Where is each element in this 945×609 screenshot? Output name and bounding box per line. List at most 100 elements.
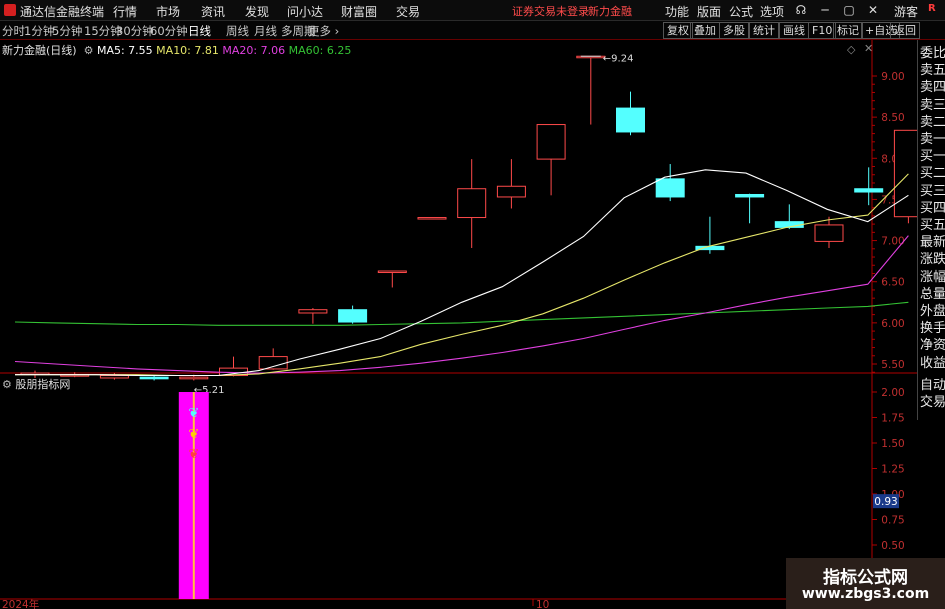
restore-icon[interactable]: ▢ xyxy=(839,2,859,18)
period-2[interactable]: 5分钟 xyxy=(52,23,82,39)
quote-sidebar: 委比 卖五 卖四卖三 卖二 卖一 买一 买二买三 买四 买五 最新 涨跌涨幅 总量 外盘 换手 净资收益自动… xyxy=(917,40,945,420)
tool-button-3[interactable]: 统计 xyxy=(749,22,779,39)
price-tick-label: 7.00 xyxy=(881,236,904,248)
menu-formula[interactable]: 公式 xyxy=(729,3,753,20)
minimize-icon[interactable]: ─ xyxy=(815,2,835,18)
sidebar-item-2[interactable]: 卖四 xyxy=(920,80,945,96)
sidebar-item-19[interactable]: 自动 xyxy=(920,378,945,394)
sidebar-item-18[interactable]: 收益 xyxy=(920,356,945,372)
ma5-value: MA5: 7.55 xyxy=(96,44,153,57)
sidebar-item-20[interactable]: 交易 xyxy=(920,395,945,411)
menu-options[interactable]: 选项 xyxy=(760,3,784,20)
tool-button-8[interactable]: 返回 xyxy=(890,22,920,39)
sidebar-item-3[interactable]: 卖三 xyxy=(920,98,945,114)
period-8[interactable]: 月线 xyxy=(254,23,277,39)
settings-icon[interactable]: ⚙ xyxy=(80,44,94,57)
candle-body xyxy=(179,376,209,380)
candle-body xyxy=(139,376,169,380)
sidebar-item-17[interactable]: 净资 xyxy=(920,338,945,354)
panel-close-icon[interactable]: ✕ xyxy=(864,42,873,55)
sidebar-item-1[interactable]: 卖五 xyxy=(920,63,945,79)
candle-body xyxy=(377,270,407,274)
r-badge: R xyxy=(928,3,936,14)
login-warning[interactable]: 证券交易未登录 xyxy=(512,3,589,19)
butterfly-icon: ❦ xyxy=(188,447,199,462)
ma20-line xyxy=(14,235,909,374)
candle-body xyxy=(338,309,368,323)
watermark: 指标公式网 www.zbgs3.com xyxy=(786,558,945,609)
menu-trade[interactable]: 交易 xyxy=(396,3,420,20)
candle-body xyxy=(893,129,917,218)
support-icon[interactable]: ☊ xyxy=(791,2,811,18)
sidebar-item-0[interactable]: 委比 xyxy=(920,46,945,62)
period-4[interactable]: 30分钟 xyxy=(116,23,154,39)
sub-tick-label: 0.50 xyxy=(881,540,904,552)
menu-wealth[interactable]: 财富圈 xyxy=(341,3,377,20)
sidebar-item-12[interactable]: 涨跌 xyxy=(920,252,945,268)
candle-body xyxy=(99,375,129,379)
sidebar-item-13[interactable]: 涨幅 xyxy=(920,270,945,286)
ma60-value: MA60: 6.25 xyxy=(288,44,352,57)
sub-tick-label: 1.50 xyxy=(881,438,904,450)
tool-button-0[interactable]: 复权 xyxy=(663,22,693,39)
app-logo-icon xyxy=(4,4,16,16)
tool-button-2[interactable]: 多股 xyxy=(719,22,749,39)
tool-button-6[interactable]: 标记 xyxy=(833,22,863,39)
candle-body xyxy=(814,224,844,242)
candle-body xyxy=(457,188,487,219)
tool-button-1[interactable]: 叠加 xyxy=(690,22,720,39)
price-tick-label: 5.50 xyxy=(881,359,904,371)
period-list: 分时 1分钟 5分钟 15分钟 30分钟 60分钟 日线 周线 月线 多周期 更多 › 复权 叠加 多股统… xyxy=(0,21,945,39)
candle-body xyxy=(298,309,328,314)
stock-name-header: 新力金融 xyxy=(588,5,632,18)
sidebar-item-6[interactable]: 买一 xyxy=(920,149,945,165)
menu-functions[interactable]: 功能 xyxy=(665,3,689,20)
menu-quotes[interactable]: 行情 xyxy=(113,3,137,20)
candle-body xyxy=(417,217,447,220)
ma20-value: MA20: 7.06 xyxy=(222,44,286,57)
sidebar-item-14[interactable]: 总量 xyxy=(920,287,945,303)
sidebar-item-15[interactable]: 外盘 xyxy=(920,304,945,320)
sidebar-item-8[interactable]: 买三 xyxy=(920,184,945,200)
menu-ask[interactable]: 问小达 xyxy=(287,3,323,20)
period-10[interactable]: 更多 › xyxy=(308,23,339,39)
candle-body xyxy=(655,178,685,198)
sidebar-item-11[interactable]: 最新 xyxy=(920,235,945,251)
sub-tick-label: 1.75 xyxy=(881,413,904,425)
period-5[interactable]: 60分钟 xyxy=(150,23,188,39)
butterfly-icon: ❦ xyxy=(188,427,199,442)
guest-login[interactable]: 游客 xyxy=(894,3,918,20)
price-tick-label: 9.00 xyxy=(881,71,904,83)
close-icon[interactable]: ✕ xyxy=(863,2,883,18)
period-0[interactable]: 分时 xyxy=(2,23,25,39)
sub-tick-label: 2.00 xyxy=(881,387,904,399)
menu-layout[interactable]: 版面 xyxy=(697,3,721,20)
kline-chart[interactable]: 9.008.508.007.507.006.506.005.50←9.24←5.… xyxy=(0,40,917,609)
tool-button-4[interactable]: 画线 xyxy=(779,22,809,39)
sidebar-item-10[interactable]: 买五 xyxy=(920,218,945,234)
sidebar-item-5[interactable]: 卖一 xyxy=(920,132,945,148)
price-tick-label: 6.00 xyxy=(881,318,904,330)
sidebar-item-9[interactable]: 买四 xyxy=(920,201,945,217)
menu-news[interactable]: 资讯 xyxy=(201,3,225,20)
title-bar: 通达信金融终端 行情 市场 资讯 发现 问小达 财富圈 交易 证券交易未登录 新… xyxy=(0,0,945,21)
main-panel-header: 新力金融(日线) ⚙ MA5: 7.55 MA10: 7.81 MA20: 7.… xyxy=(2,42,351,58)
sub-settings-icon[interactable]: ⚙ xyxy=(2,378,12,391)
sidebar-item-4[interactable]: 卖二 xyxy=(920,115,945,131)
panel-expand-icon[interactable]: ◇ xyxy=(847,43,855,56)
sidebar-item-7[interactable]: 买二 xyxy=(920,166,945,182)
butterfly-icon: ❦ xyxy=(188,406,199,421)
xaxis-label-year: 2024年 xyxy=(2,598,39,609)
watermark-title: 指标公式网 xyxy=(823,568,908,588)
sidebar-item-16[interactable]: 换手 xyxy=(920,321,945,337)
price-tick-label: 8.50 xyxy=(881,112,904,124)
period-6[interactable]: 日线 xyxy=(188,23,211,39)
menu-discover[interactable]: 发现 xyxy=(245,3,269,20)
indicator-title: 股朋指标网 xyxy=(15,378,71,391)
current-value-label: 0.93 xyxy=(874,496,897,508)
watermark-url: www.zbgs3.com xyxy=(801,586,930,602)
period-1[interactable]: 1分钟 xyxy=(24,23,54,39)
candle-body xyxy=(616,107,645,133)
menu-market[interactable]: 市场 xyxy=(156,3,180,20)
period-7[interactable]: 周线 xyxy=(226,23,249,39)
